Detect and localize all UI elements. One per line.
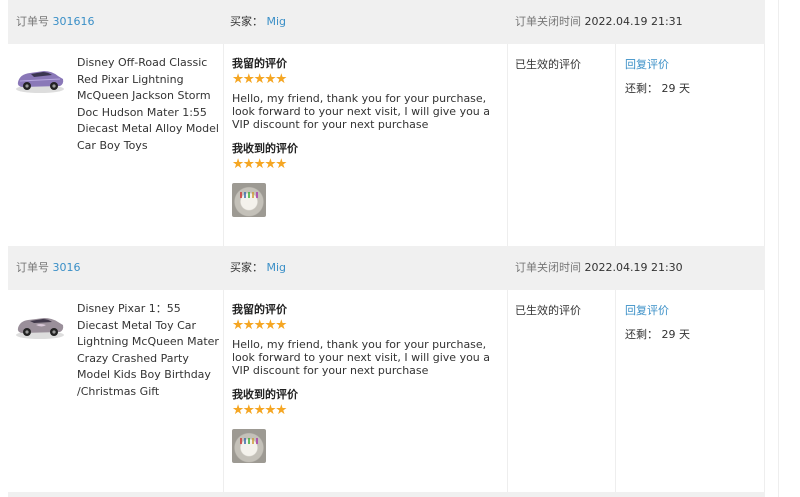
closed-time-cell: 订单关闭时间 2022.04.19 21:31 [515, 0, 683, 44]
column-divider [615, 290, 616, 492]
scrollbar-track[interactable] [778, 0, 800, 497]
column-divider [507, 44, 508, 246]
product-thumbnail[interactable] [14, 62, 66, 96]
buyer-cell: 买家： Mig [230, 246, 286, 290]
review-column: 我留的评价 ★★★★★ Hello, my friend, thank you … [232, 58, 504, 217]
my-review-title: 我留的评价 [232, 57, 287, 70]
order-id-cell: 订单号 3016 [16, 246, 81, 290]
remaining-time: 还剩： 29 天 [625, 326, 690, 342]
review-photo[interactable] [232, 428, 266, 463]
closed-time-cell: 订单关闭时间 2022.04.19 21:30 [515, 246, 683, 290]
received-review-title: 我收到的评价 [232, 387, 298, 401]
review-management-page: 订单号 301616 买家： Mig 订单关闭时间 2022.04.19 21:… [0, 0, 800, 497]
order-body: Disney Pixar 1：55 Diecast Metal Toy Car … [8, 290, 765, 492]
remaining-label: 还剩： [625, 82, 658, 95]
buyer-label: 买家： [230, 15, 263, 28]
review-column: 我留的评价 ★★★★★ Hello, my friend, thank you … [232, 304, 504, 463]
my-review-stars: ★★★★★ [232, 71, 287, 87]
order-header: 订单号 3016 买家： Mig 订单关闭时间 2022.04.19 21:30 [8, 246, 765, 290]
closed-time-value: 2022.04.19 21:30 [584, 261, 683, 274]
product-title[interactable]: Disney Pixar 1：55 Diecast Metal Toy Car … [77, 301, 225, 401]
closed-time-label: 订单关闭时间 [515, 15, 581, 28]
my-review-title: 我留的评价 [232, 303, 287, 316]
reply-review-link[interactable]: 回复评价 [625, 56, 690, 72]
review-status: 已生效的评价 [515, 58, 581, 71]
received-review-stars: ★★★★★ [232, 155, 287, 172]
action-cell: 回复评价 还剩： 29 天 [625, 56, 690, 96]
my-review-text: Hello, my friend, thank you for your pur… [232, 92, 491, 132]
reply-review-link[interactable]: 回复评价 [625, 302, 690, 318]
closed-time-value: 2022.04.19 21:31 [584, 15, 683, 28]
buyer-label: 买家： [230, 261, 263, 274]
my-review-text: Hello, my friend, thank you for your pur… [232, 338, 491, 378]
closed-time-label: 订单关闭时间 [515, 261, 581, 274]
remaining-label: 还剩： [625, 328, 658, 341]
order-id-label: 订单号 [16, 15, 49, 28]
product-thumbnail[interactable] [14, 308, 66, 342]
order-id-link[interactable]: 3016 [53, 261, 81, 274]
order-id-link[interactable]: 301616 [53, 15, 95, 28]
order-id-label: 订单号 [16, 261, 49, 274]
received-review-title: 我收到的评价 [232, 141, 298, 155]
status-cell: 已生效的评价 [515, 56, 581, 72]
column-divider [764, 290, 765, 492]
next-order-header [8, 492, 765, 497]
buyer-name-link[interactable]: Mig [267, 261, 287, 274]
buyer-name-link[interactable]: Mig [267, 15, 287, 28]
remaining-value: 29 天 [661, 82, 691, 95]
column-divider [507, 290, 508, 492]
order-body: Disney Off-Road Classic Red Pixar Lightn… [8, 44, 765, 246]
review-status: 已生效的评价 [515, 304, 581, 317]
order-header: 订单号 301616 买家： Mig 订单关闭时间 2022.04.19 21:… [8, 0, 765, 44]
action-cell: 回复评价 还剩： 29 天 [625, 302, 690, 342]
status-cell: 已生效的评价 [515, 302, 581, 318]
buyer-cell: 买家： Mig [230, 0, 286, 44]
order-id-cell: 订单号 301616 [16, 0, 95, 44]
my-review-stars: ★★★★★ [232, 317, 287, 333]
received-review-stars: ★★★★★ [232, 401, 287, 418]
column-divider [764, 44, 765, 246]
product-title[interactable]: Disney Off-Road Classic Red Pixar Lightn… [77, 55, 225, 155]
remaining-time: 还剩： 29 天 [625, 80, 690, 96]
remaining-value: 29 天 [661, 328, 691, 341]
review-photo[interactable] [232, 182, 266, 217]
column-divider [615, 44, 616, 246]
